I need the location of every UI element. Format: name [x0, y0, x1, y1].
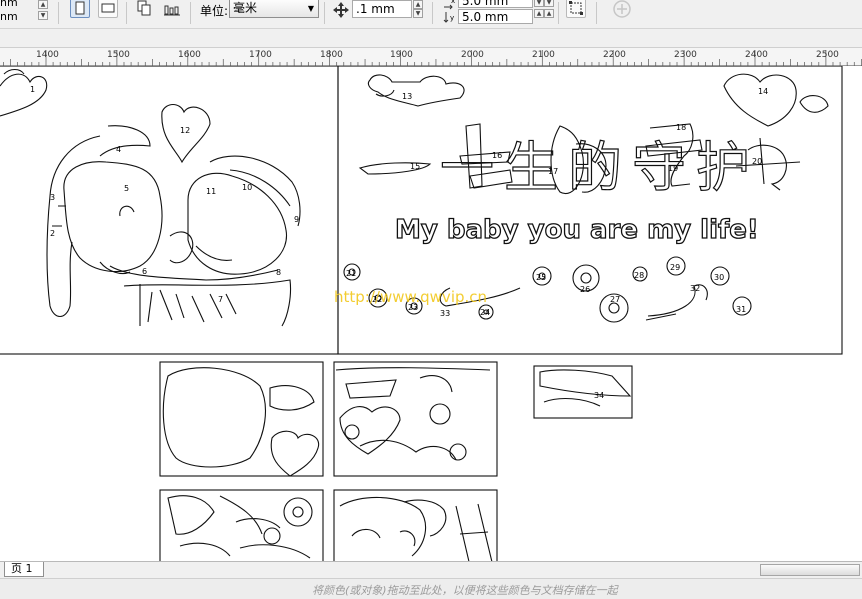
ruler-label: 2200 [603, 50, 626, 60]
watermark-text: http://www.qwvip.cn [334, 288, 487, 306]
spin-up-icon[interactable]: ▲ [38, 0, 48, 9]
treat-as-filled-button[interactable] [566, 0, 586, 18]
ruler-label: 1800 [320, 50, 343, 60]
toolbar-spacer [0, 29, 862, 47]
divider [58, 2, 59, 24]
pages-icon [137, 0, 151, 16]
svg-text:x: x [451, 0, 455, 5]
thumbnail-pages [159, 361, 633, 561]
ruler-label: 2400 [745, 50, 768, 60]
duplicate-y-icon: y [443, 12, 454, 23]
region-number: 5 [124, 184, 129, 193]
region-number: 34 [594, 391, 604, 400]
unit-value: 毫米 [233, 1, 258, 15]
palette-hint: 将颜色(或对象)拖动至此处，以便将这些颜色与文档存储在一起 [312, 584, 618, 597]
artwork-svg: 1 2 3 4 5 6 7 8 9 10 11 12 13 14 15 16 1… [0, 66, 843, 561]
unit-label: 单位: [200, 4, 229, 18]
region-number: 14 [758, 87, 768, 96]
page-tab-1[interactable]: 页 1 [4, 562, 44, 577]
region-number: 32 [690, 284, 700, 293]
nudge-input[interactable]: .1 mm [352, 0, 412, 18]
region-number: 27 [610, 295, 620, 304]
region-number: 4 [116, 145, 121, 154]
divider [324, 2, 325, 24]
chinese-title: 一生的守护 [440, 136, 760, 199]
divider [190, 2, 191, 24]
region-number: 3 [50, 193, 55, 202]
drawing-canvas[interactable]: 1 2 3 4 5 6 7 8 9 10 11 12 13 14 15 16 1… [0, 66, 862, 561]
chevron-down-icon: ▼ [307, 4, 314, 13]
region-number: 7 [218, 295, 223, 304]
unit-dropdown[interactable]: 毫米 ▼ [229, 0, 319, 18]
region-number: 1 [30, 85, 35, 94]
page-layout-icon [164, 5, 180, 16]
region-number: 10 [242, 183, 252, 192]
region-number: 24 [480, 308, 490, 317]
region-number: 28 [634, 271, 644, 280]
slogan-text: My baby you are my life! [395, 215, 759, 245]
nudge-icon [333, 2, 349, 18]
size-field-top[interactable]: nm [0, 0, 18, 9]
duplicate-x-input[interactable]: 5.0 mm [458, 0, 533, 8]
region-number: 12 [180, 126, 190, 135]
region-number: 31 [736, 305, 746, 314]
spin-down-icon[interactable]: ▼ [413, 9, 423, 18]
ruler-label: 1400 [36, 50, 59, 60]
horizontal-scrollbar[interactable] [760, 564, 860, 576]
landscape-button[interactable] [98, 0, 118, 18]
portrait-button[interactable] [70, 0, 90, 18]
portrait-icon [75, 1, 85, 15]
region-number: 15 [410, 162, 420, 171]
ruler-label: 2100 [532, 50, 555, 60]
ruler-label: 2300 [674, 50, 697, 60]
size-field-bottom[interactable]: nm [0, 10, 18, 23]
ruler-label: 1700 [249, 50, 272, 60]
all-pages-button[interactable] [134, 0, 154, 18]
spin-up-icon[interactable]: ▲ [534, 9, 544, 18]
spin-down-icon[interactable]: ▼ [38, 11, 48, 20]
region-number: 11 [206, 187, 216, 196]
duplicate-y-input[interactable]: 5.0 mm [458, 9, 533, 24]
ruler-label: 1900 [390, 50, 413, 60]
region-number: 26 [580, 285, 590, 294]
region-number: 25 [536, 273, 546, 282]
spin-down-icon[interactable]: ▼ [534, 0, 544, 7]
landscape-icon [101, 3, 115, 13]
region-number: 29 [670, 263, 680, 272]
spin-up-icon[interactable]: ▲ [544, 9, 554, 18]
region-number: 30 [714, 273, 724, 282]
divider [126, 2, 127, 24]
horizontal-ruler[interactable]: 1400 1500 1600 1700 1800 1900 2000 2100 … [0, 47, 862, 67]
region-number: 13 [402, 92, 412, 101]
region-number: 21 [346, 269, 356, 278]
region-number: 2 [50, 229, 55, 238]
region-number: 9 [294, 215, 299, 224]
document-palette[interactable]: 将颜色(或对象)拖动至此处，以便将这些颜色与文档存储在一起 [0, 578, 862, 599]
add-icon[interactable] [612, 0, 632, 19]
ruler-label: 2000 [461, 50, 484, 60]
divider [558, 2, 559, 24]
select-frame-icon [569, 1, 583, 15]
ruler-label: 1500 [107, 50, 130, 60]
svg-text:y: y [450, 14, 454, 22]
region-number: 33 [440, 309, 450, 318]
divider [596, 2, 597, 24]
ruler-label: 1600 [178, 50, 201, 60]
bear-artwork [0, 68, 301, 327]
property-bar: nm nm ▲ ▼ 单位: 毫米 ▼ .1 mm ▲ ▼ x y 5.0 mm … [0, 0, 862, 29]
spin-up-icon[interactable]: ▲ [413, 0, 423, 9]
ruler-label: 2500 [816, 50, 839, 60]
divider [432, 2, 433, 24]
spin-down-icon[interactable]: ▼ [544, 0, 554, 7]
region-number: 6 [142, 267, 147, 276]
region-number: 8 [276, 268, 281, 277]
region-number: 18 [676, 123, 686, 132]
page-tab-bar: 页 1 [0, 561, 862, 579]
current-page-button[interactable] [162, 0, 182, 18]
